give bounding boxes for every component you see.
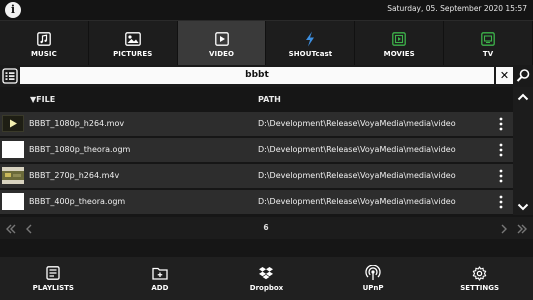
- music-icon: [35, 30, 53, 48]
- file-name: BBBT_270p_h264.m4v: [29, 171, 120, 180]
- datetime-label: Saturday, 05. September 2020 15:57: [387, 4, 527, 13]
- info-icon[interactable]: i: [5, 2, 21, 18]
- playlists-icon: [45, 265, 61, 281]
- search-row: bbbt ✕: [0, 65, 533, 87]
- more-options-icon[interactable]: [497, 116, 505, 132]
- tab-music-label: MUSIC: [30, 49, 57, 58]
- settings-button[interactable]: SETTINGS: [426, 257, 533, 300]
- last-page-icon[interactable]: [515, 221, 529, 235]
- top-bar: i Saturday, 05. September 2020 15:57: [0, 0, 533, 20]
- tab-tv-label: TV: [482, 49, 494, 58]
- path-column-header[interactable]: PATH: [258, 95, 281, 104]
- media-tabs: MUSIC PICTURES VIDEO SHOUTcast MOVIES TV: [0, 20, 533, 66]
- tab-video-label: VIDEO: [209, 49, 235, 58]
- upnp-label: UPnP: [362, 284, 384, 292]
- next-page-icon[interactable]: [497, 221, 511, 235]
- settings-label: SETTINGS: [460, 284, 500, 292]
- file-path: D:\Development\Release\VoyaMedia\media\v…: [258, 145, 456, 154]
- tab-shoutcast-label: SHOUTcast: [288, 49, 333, 58]
- playlists-label: PLAYLISTS: [32, 284, 74, 292]
- play-thumbnail: [2, 115, 24, 132]
- playlists-button[interactable]: PLAYLISTS: [0, 257, 107, 300]
- clear-search-button[interactable]: ✕: [496, 67, 513, 84]
- first-page-icon[interactable]: [4, 221, 18, 235]
- scroll-down-icon[interactable]: [516, 199, 530, 213]
- search-input[interactable]: bbbt: [20, 67, 494, 84]
- scroll-up-icon[interactable]: [516, 89, 530, 103]
- file-name: BBBT_400p_theora.ogm: [29, 197, 126, 206]
- tab-video[interactable]: VIDEO: [177, 21, 267, 66]
- video-icon: [213, 30, 231, 48]
- settings-icon: [472, 265, 488, 281]
- more-options-icon[interactable]: [497, 168, 505, 184]
- list-view-icon[interactable]: [2, 68, 18, 84]
- more-options-icon[interactable]: [497, 142, 505, 158]
- add-label: ADD: [151, 284, 169, 292]
- table-row[interactable]: BBBT_400p_theora.ogm D:\Development\Rele…: [0, 190, 513, 214]
- file-list: BBBT_1080p_h264.mov D:\Development\Relea…: [0, 112, 513, 216]
- tab-movies[interactable]: MOVIES: [355, 21, 445, 66]
- upnp-button[interactable]: UPnP: [320, 257, 427, 300]
- pictures-icon: [124, 30, 142, 48]
- bottom-toolbar: PLAYLISTS ADD Dropbox UPnP SETTINGS: [0, 257, 533, 300]
- table-row[interactable]: BBBT_1080p_h264.mov D:\Development\Relea…: [0, 112, 513, 136]
- tv-icon: [479, 30, 497, 48]
- file-column-header[interactable]: ▼FILE: [30, 95, 55, 104]
- tab-pictures-label: PICTURES: [113, 49, 153, 58]
- pager: 6: [0, 217, 533, 239]
- file-name: BBBT_1080p_theora.ogm: [29, 145, 131, 154]
- file-path: D:\Development\Release\VoyaMedia\media\v…: [258, 197, 456, 206]
- dropbox-icon: [258, 265, 274, 281]
- file-path: D:\Development\Release\VoyaMedia\media\v…: [258, 171, 456, 180]
- shoutcast-icon: [301, 30, 319, 48]
- add-folder-icon: [152, 265, 168, 281]
- dropbox-label: Dropbox: [249, 284, 284, 292]
- file-name: BBBT_1080p_h264.mov: [29, 119, 125, 128]
- add-button[interactable]: ADD: [107, 257, 214, 300]
- tab-shoutcast[interactable]: SHOUTcast: [266, 21, 356, 66]
- dropbox-button[interactable]: Dropbox: [213, 257, 320, 300]
- blank-thumbnail: [2, 193, 24, 210]
- vertical-scrollbar: [513, 87, 533, 215]
- blank-thumbnail: [2, 141, 24, 158]
- tab-music[interactable]: MUSIC: [0, 21, 89, 66]
- more-options-icon[interactable]: [497, 194, 505, 210]
- file-path: D:\Development\Release\VoyaMedia\media\v…: [258, 119, 456, 128]
- tab-movies-label: MOVIES: [383, 49, 415, 58]
- upnp-icon: [365, 265, 381, 281]
- video-thumbnail: [2, 167, 24, 184]
- tab-tv[interactable]: TV: [444, 21, 533, 66]
- list-header: ▼FILE PATH: [0, 87, 513, 111]
- table-row[interactable]: BBBT_1080p_theora.ogm D:\Development\Rel…: [0, 138, 513, 162]
- tab-pictures[interactable]: PICTURES: [89, 21, 178, 66]
- search-icon[interactable]: [516, 68, 531, 83]
- table-row[interactable]: BBBT_270p_h264.m4v D:\Development\Releas…: [0, 164, 513, 188]
- page-number: 6: [263, 223, 269, 232]
- movies-icon: [390, 30, 408, 48]
- previous-page-icon[interactable]: [22, 221, 36, 235]
